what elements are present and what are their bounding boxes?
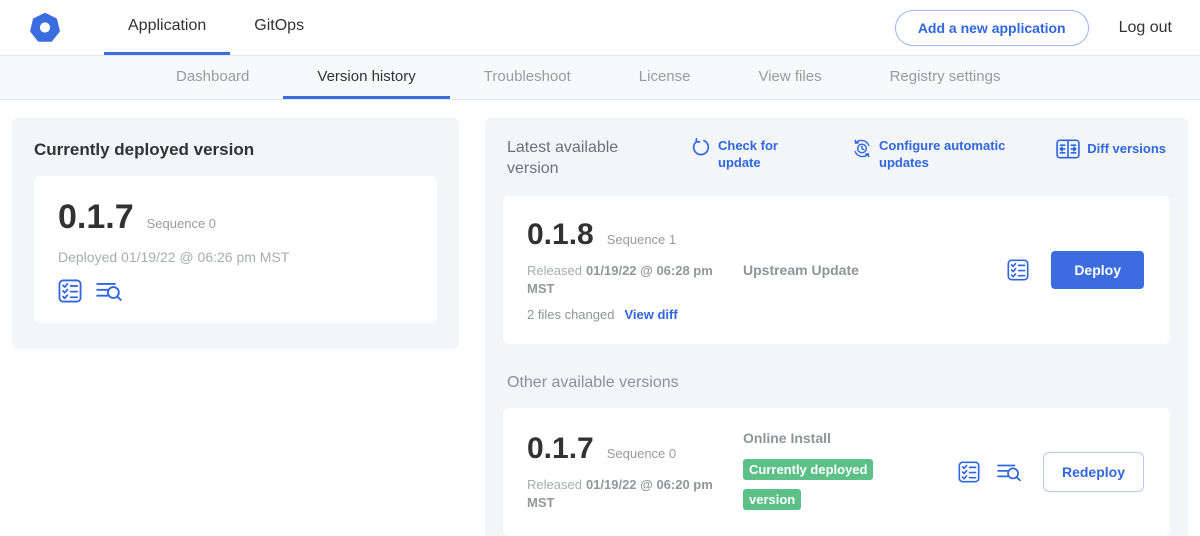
- other-version-card: 0.1.7 Sequence 0 Released01/19/22 @ 06:2…: [503, 408, 1170, 536]
- other-actions: Redeploy: [958, 452, 1146, 492]
- subtab-dashboard-label: Dashboard: [176, 68, 249, 85]
- available-versions-panel: Latest available version Check for updat…: [485, 118, 1188, 536]
- latest-released-timestamp: Released01/19/22 @ 06:28 pm MST: [527, 262, 725, 298]
- currently-deployed-panel: Currently deployed version 0.1.7 Sequenc…: [12, 118, 459, 349]
- check-for-update-link[interactable]: Check for update: [691, 138, 790, 172]
- files-changed-row: 2 files changed View diff: [527, 307, 725, 322]
- top-nav-spacer: [328, 0, 895, 55]
- subtab-version-history[interactable]: Version history: [283, 56, 449, 99]
- app-sub-nav: Dashboard Version history Troubleshoot L…: [0, 56, 1200, 100]
- other-view-logs-icon[interactable]: [997, 461, 1021, 483]
- app-logo[interactable]: [28, 0, 62, 55]
- other-version-row: 0.1.7 Sequence 0: [527, 432, 725, 466]
- subtab-version-history-label: Version history: [317, 68, 415, 85]
- deployed-version-card: 0.1.7 Sequence 0 Deployed 01/19/22 @ 06:…: [34, 176, 437, 323]
- latest-version-row: 0.1.8 Sequence 1: [527, 218, 725, 252]
- latest-available-title: Latest available version: [507, 138, 639, 180]
- released-prefix: Released: [527, 263, 582, 278]
- latest-sequence-label: Sequence 1: [607, 232, 676, 247]
- top-nav-tabs: Application GitOps: [104, 0, 328, 55]
- redeploy-button[interactable]: Redeploy: [1043, 452, 1144, 492]
- currently-deployed-badge-wrap: Currently deployed version: [743, 455, 895, 514]
- view-logs-icon[interactable]: [96, 279, 122, 303]
- tab-gitops-label: GitOps: [254, 17, 304, 35]
- subtab-troubleshoot-label: Troubleshoot: [484, 68, 571, 85]
- deployed-timestamp: Deployed 01/19/22 @ 06:26 pm MST: [58, 249, 413, 265]
- configure-automatic-updates-label: Configure automatic updates: [879, 138, 1011, 172]
- view-diff-link[interactable]: View diff: [624, 307, 677, 322]
- latest-preflight-checklist-icon[interactable]: [1007, 259, 1029, 281]
- tab-application-label: Application: [128, 17, 206, 35]
- top-nav: Application GitOps Add a new application…: [0, 0, 1200, 56]
- latest-actions: Deploy: [1007, 251, 1146, 289]
- deployed-version-number: 0.1.7: [58, 198, 134, 237]
- other-source-column: Online Install Currently deployed versio…: [725, 430, 958, 514]
- tab-gitops[interactable]: GitOps: [230, 0, 328, 55]
- files-changed-label: 2 files changed: [527, 307, 614, 322]
- other-version-number: 0.1.7: [527, 432, 594, 466]
- deployed-actions-row: [58, 279, 413, 303]
- released-prefix: Released: [527, 477, 582, 492]
- tab-application[interactable]: Application: [104, 0, 230, 55]
- refresh-icon: [691, 138, 711, 158]
- deploy-button[interactable]: Deploy: [1051, 251, 1144, 289]
- diff-icon: [1056, 138, 1080, 160]
- subtab-view-files-label: View files: [758, 68, 821, 85]
- latest-version-card: 0.1.8 Sequence 1 Released01/19/22 @ 06:2…: [503, 196, 1170, 344]
- diff-versions-label: Diff versions: [1087, 141, 1166, 158]
- configure-automatic-updates-link[interactable]: Configure automatic updates: [852, 138, 1011, 172]
- subtab-license[interactable]: License: [605, 56, 725, 99]
- diff-versions-link[interactable]: Diff versions: [1056, 138, 1166, 160]
- top-nav-right: Add a new application Log out: [895, 0, 1172, 55]
- deployed-version-row: 0.1.7 Sequence 0: [58, 198, 413, 237]
- currently-deployed-badge: Currently deployed version: [743, 459, 873, 510]
- other-preflight-checklist-icon[interactable]: [958, 461, 980, 483]
- other-available-versions-title: Other available versions: [507, 374, 1166, 392]
- available-header: Latest available version Check for updat…: [507, 138, 1166, 180]
- latest-source-column: Upstream Update: [725, 262, 1007, 278]
- logout-link[interactable]: Log out: [1119, 19, 1172, 37]
- other-sequence-label: Sequence 0: [607, 446, 676, 461]
- preflight-checklist-icon[interactable]: [58, 279, 82, 303]
- subtab-license-label: License: [639, 68, 691, 85]
- add-new-application-button[interactable]: Add a new application: [895, 10, 1089, 46]
- main-content: Currently deployed version 0.1.7 Sequenc…: [0, 100, 1200, 536]
- deployed-sequence-label: Sequence 0: [147, 216, 216, 231]
- other-version-info: 0.1.7 Sequence 0 Released01/19/22 @ 06:2…: [527, 432, 725, 512]
- subtab-view-files[interactable]: View files: [724, 56, 855, 99]
- latest-version-number: 0.1.8: [527, 218, 594, 252]
- subtab-registry-settings[interactable]: Registry settings: [856, 56, 1035, 99]
- latest-version-info: 0.1.8 Sequence 1 Released01/19/22 @ 06:2…: [527, 218, 725, 322]
- other-released-timestamp: Released01/19/22 @ 06:20 pm MST: [527, 476, 725, 512]
- subtab-troubleshoot[interactable]: Troubleshoot: [450, 56, 605, 99]
- subtab-dashboard[interactable]: Dashboard: [142, 56, 283, 99]
- currently-deployed-title: Currently deployed version: [34, 140, 437, 160]
- kots-logo-icon: [28, 11, 62, 45]
- schedule-update-icon: [852, 138, 872, 158]
- check-for-update-label: Check for update: [718, 138, 790, 172]
- latest-source-label: Upstream Update: [743, 262, 1007, 278]
- other-source-label: Online Install: [743, 430, 958, 446]
- subtab-registry-settings-label: Registry settings: [890, 68, 1001, 85]
